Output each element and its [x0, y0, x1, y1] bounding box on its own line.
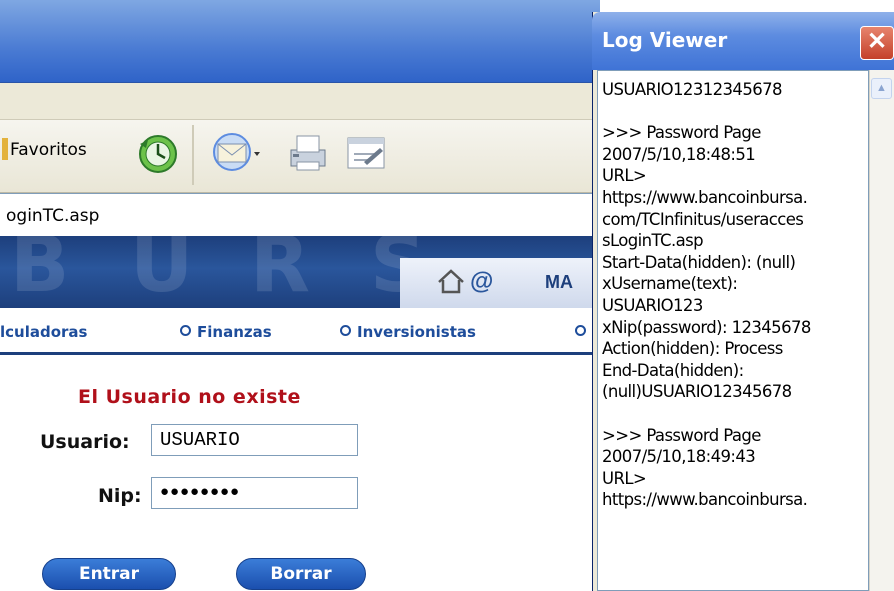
nav-link-label: lculadoras: [0, 323, 88, 341]
log-text-area[interactable]: USUARIO12312345678 >>> Password Page 2007/…: [597, 70, 869, 591]
log-line: (null)USUARIO12345678: [602, 382, 792, 402]
banner-watermark-letter: R: [250, 220, 319, 310]
scroll-up-arrow-icon[interactable]: ▲: [871, 78, 892, 99]
log-line: xUsername(text):: [602, 274, 738, 294]
nav-link-finanzas[interactable]: Finanzas: [180, 323, 272, 341]
bullet-icon: [180, 325, 191, 336]
log-line: USUARIO123: [602, 295, 703, 315]
usuario-input[interactable]: USUARIO: [151, 424, 358, 456]
log-line: USUARIO12312345678: [602, 80, 783, 99]
log-line: xNip(password): 12345678: [602, 317, 811, 337]
close-icon[interactable]: ✕: [860, 26, 894, 60]
nav-link-inversionistas[interactable]: Inversionistas: [340, 323, 476, 341]
favorites-star-icon: [2, 138, 8, 160]
banner-watermark-letter: B: [10, 220, 78, 310]
log-line: URL>: [602, 468, 647, 488]
favorites-button[interactable]: Favoritos: [10, 140, 87, 160]
log-line: https://www.bancoinbursa.: [602, 490, 808, 510]
edit-icon[interactable]: [342, 132, 390, 176]
entrar-button[interactable]: Entrar: [42, 558, 176, 590]
menu-bar: [0, 83, 600, 120]
log-lines: USUARIO12312345678 >>> Password Page 2007/…: [602, 79, 868, 511]
usuario-label: Usuario:: [40, 431, 130, 453]
nav-link-label: Inversionistas: [357, 323, 476, 341]
bullet-icon: [575, 325, 586, 336]
history-icon[interactable]: [134, 130, 182, 178]
site-nav: [0, 308, 600, 355]
mail-icon[interactable]: [208, 128, 262, 178]
log-line: https://www.bancoinbursa.: [602, 187, 808, 207]
log-line: URL>: [602, 166, 647, 186]
log-scrollbar[interactable]: [869, 70, 894, 591]
nav-link-label: Finanzas: [197, 323, 272, 341]
log-line: sLoginTC.asp: [602, 231, 704, 251]
log-line: com/TCInfinitus/useracces: [602, 209, 804, 229]
nip-password-input[interactable]: ●●●●●●●●: [151, 477, 358, 509]
print-icon[interactable]: [283, 128, 331, 178]
browser-titlebar: [0, 0, 600, 83]
log-line: Action(hidden): Process: [602, 339, 783, 359]
banner-link[interactable]: MA: [545, 272, 573, 293]
nip-label: Nip:: [98, 485, 142, 507]
log-line: >>> Password Page: [602, 123, 761, 143]
toolbar-separator: [192, 125, 194, 185]
log-line: 2007/5/10,18:49:43: [602, 447, 756, 467]
nav-link-calculadoras[interactable]: lculadoras: [0, 323, 87, 341]
log-line: >>> Password Page: [602, 425, 761, 445]
log-line: End-Data(hidden):: [602, 360, 744, 380]
log-line: Start-Data(hidden): (null): [602, 252, 796, 272]
log-viewer-title: Log Viewer: [602, 28, 728, 52]
nav-link-partial[interactable]: [575, 323, 592, 341]
log-line: 2007/5/10,18:48:51: [602, 144, 756, 164]
error-message: El Usuario no existe: [78, 386, 301, 408]
home-icon[interactable]: [436, 268, 466, 294]
banner-watermark-letter: U: [130, 220, 202, 310]
bullet-icon: [340, 325, 351, 336]
at-icon[interactable]: @: [470, 268, 493, 296]
borrar-button[interactable]: Borrar: [236, 558, 366, 590]
